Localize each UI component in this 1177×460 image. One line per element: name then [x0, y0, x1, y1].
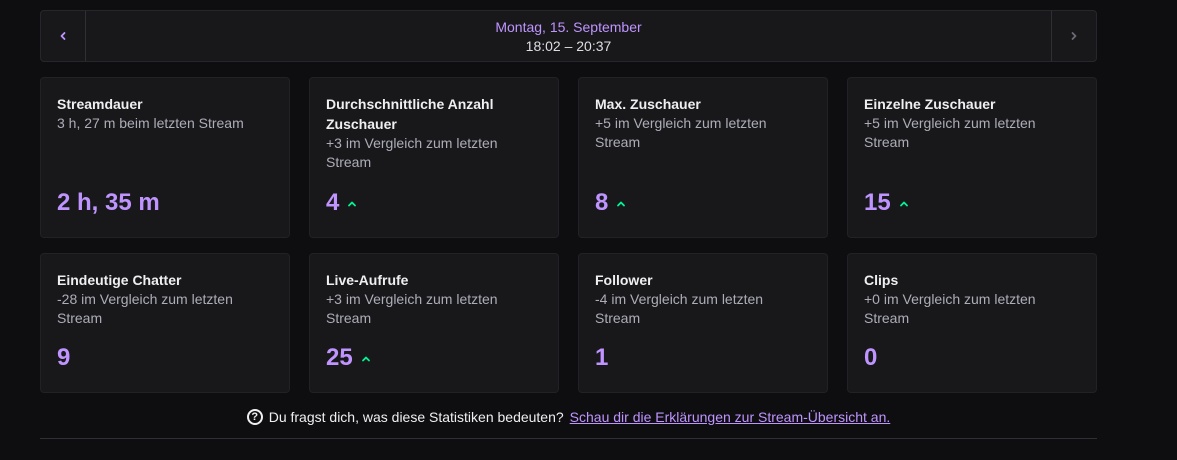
trend-up-icon	[361, 356, 370, 362]
stat-value-row: 8	[595, 188, 626, 218]
stat-value: 0	[864, 344, 878, 371]
stat-value-row: 0	[864, 343, 877, 373]
stat-card-live-views: Live-Aufrufe +3 im Vergleich zum letzten…	[309, 253, 559, 393]
stat-comparison: 3 h, 27 m beim letzten Stream	[57, 115, 244, 131]
stat-comparison: +5 im Vergleich zum letzten Stream	[595, 115, 767, 150]
stat-card-average-viewers: Durchschnittliche Anzahl Zuschauer +3 im…	[309, 77, 559, 238]
help-question: Du fragst dich, was diese Statistiken be…	[268, 409, 564, 425]
stat-value: 25	[326, 344, 353, 371]
trend-up-icon	[348, 201, 357, 207]
previous-stream-button[interactable]	[41, 11, 86, 61]
stat-value-row: 4	[326, 188, 357, 218]
stat-card-clips: Clips +0 im Vergleich zum letzten Stream…	[847, 253, 1097, 393]
stream-date: Montag, 15. September 18:02 – 20:37	[85, 11, 1052, 61]
stat-title: Eindeutige Chatter	[57, 272, 182, 288]
stat-value: 4	[326, 189, 340, 216]
stat-title: Live-Aufrufe	[326, 272, 409, 288]
divider	[40, 438, 1097, 439]
stat-title: Durchschnittliche Anzahl Zuschauer	[326, 96, 494, 132]
stat-value-row: 2 h, 35 m	[57, 188, 160, 218]
stat-comparison: -28 im Vergleich zum letzten Stream	[57, 291, 233, 326]
stat-comparison: +0 im Vergleich zum letzten Stream	[864, 291, 1036, 326]
stat-card-unique-chatters: Eindeutige Chatter -28 im Vergleich zum …	[40, 253, 290, 393]
stat-value-row: 1	[595, 343, 608, 373]
stat-value-row: 15	[864, 188, 909, 218]
question-circle-icon: ?	[246, 409, 263, 425]
stat-card-max-viewers: Max. Zuschauer +5 im Vergleich zum letzt…	[578, 77, 828, 238]
stat-value-row: 25	[326, 343, 371, 373]
stream-time-range: 18:02 – 20:37	[525, 37, 612, 54]
stat-card-unique-viewers: Einzelne Zuschauer +5 im Vergleich zum l…	[847, 77, 1097, 238]
stat-card-followers: Follower -4 im Vergleich zum letzten Str…	[578, 253, 828, 393]
stats-grid: Streamdauer 3 h, 27 m beim letzten Strea…	[40, 77, 1097, 393]
stat-comparison: +5 im Vergleich zum letzten Stream	[864, 115, 1036, 150]
stat-card-stream-duration: Streamdauer 3 h, 27 m beim letzten Strea…	[40, 77, 290, 238]
stat-value: 1	[595, 344, 609, 371]
stat-comparison: +3 im Vergleich zum letzten Stream	[326, 135, 498, 170]
stats-help: ? Du fragst dich, was diese Statistiken …	[40, 409, 1097, 425]
chevron-left-icon	[60, 32, 66, 40]
trend-up-icon	[899, 201, 908, 207]
stat-title: Streamdauer	[57, 96, 143, 112]
trend-up-icon	[617, 201, 626, 207]
stream-date-label: Montag, 15. September	[495, 18, 642, 35]
stat-title: Max. Zuschauer	[595, 96, 701, 112]
stat-value: 15	[864, 189, 891, 216]
stat-value-row: 9	[57, 343, 70, 373]
stat-value: 9	[57, 344, 71, 371]
date-navigator: Montag, 15. September 18:02 – 20:37	[40, 10, 1097, 62]
stat-value: 8	[595, 189, 609, 216]
chevron-right-icon	[1071, 32, 1077, 40]
next-stream-button[interactable]	[1051, 11, 1096, 61]
stat-title: Follower	[595, 272, 653, 288]
stat-comparison: -4 im Vergleich zum letzten Stream	[595, 291, 764, 326]
stat-comparison: +3 im Vergleich zum letzten Stream	[326, 291, 498, 326]
stream-summary-help-link[interactable]: Schau dir die Erklärungen zur Stream-Übe…	[570, 409, 891, 425]
stream-summary: Montag, 15. September 18:02 – 20:37 Stre…	[40, 10, 1097, 439]
stat-value: 2 h, 35 m	[57, 189, 160, 216]
stat-title: Einzelne Zuschauer	[864, 96, 996, 112]
stat-title: Clips	[864, 272, 899, 288]
